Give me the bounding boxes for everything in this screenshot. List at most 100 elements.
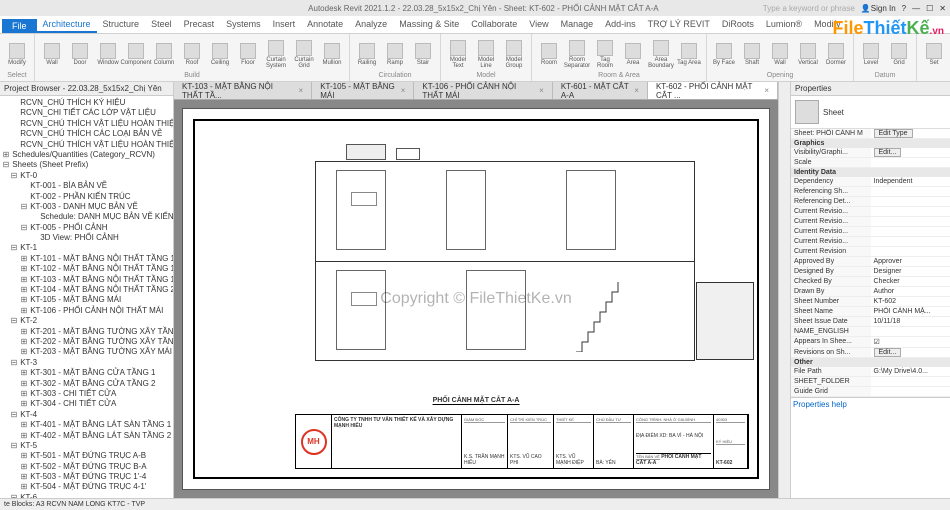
vertical-scrollbar[interactable] — [778, 82, 790, 498]
property-row[interactable]: Scale — [791, 158, 950, 168]
ribbon-tab-analyze[interactable]: Analyze — [349, 17, 393, 33]
wall-button[interactable]: Wall — [39, 36, 65, 72]
tag-room-button[interactable]: Tag Room — [592, 36, 618, 72]
property-row[interactable]: Referencing Sh... — [791, 187, 950, 197]
file-tab[interactable]: File — [2, 19, 37, 33]
doc-tab[interactable]: KT-105 - MẶT BẰNG MÁI× — [312, 82, 414, 99]
close-icon[interactable]: × — [539, 86, 544, 95]
door-button[interactable]: Door — [67, 36, 93, 72]
property-row[interactable]: Guide Grid — [791, 387, 950, 397]
railing-button[interactable]: Railing — [354, 36, 380, 72]
tree-item[interactable]: ⊞ KT-504 - MẶT ĐỨNG TRỤC 4-1' — [2, 482, 171, 492]
ribbon-tab-lumion-[interactable]: Lumion® — [760, 17, 808, 33]
doc-tab[interactable]: KT-602 - PHỐI CẢNH MẶT CẮT ...× — [648, 82, 778, 99]
search-hint[interactable]: Type a keyword or phrase — [763, 4, 855, 13]
tree-item[interactable]: ⊟ KT-1 — [2, 243, 171, 253]
maximize-icon[interactable]: ☐ — [926, 4, 933, 13]
tree-item[interactable]: ⊟ Sheets (Sheet Prefix) — [2, 160, 171, 170]
ribbon-tab-architecture[interactable]: Architecture — [37, 17, 97, 33]
ribbon-tab-view[interactable]: View — [523, 17, 554, 33]
dormer-button[interactable]: Dormer — [823, 36, 849, 72]
tree-item[interactable]: ⊞ KT-402 - MẶT BẰNG LÁT SÀN TẦNG 2 — [2, 431, 171, 441]
property-row[interactable]: Approved ByApprover — [791, 257, 950, 267]
tree-item[interactable]: RCVN_CHÚ THÍCH CÁC LOẠI BẢN VẼ — [2, 129, 171, 139]
tree-item[interactable]: ⊞ KT-102 - MẶT BẰNG NỘI THẤT TẦNG 1 — [2, 264, 171, 274]
minimize-icon[interactable]: — — [912, 4, 920, 13]
tree-item[interactable]: KT-001 - BÌA BẢN VẼ — [2, 181, 171, 191]
ribbon-tab-massing-site[interactable]: Massing & Site — [393, 17, 465, 33]
property-row[interactable]: Current Revisio... — [791, 207, 950, 217]
close-icon[interactable]: × — [634, 86, 639, 95]
property-row[interactable]: Appears In Shee...☑ — [791, 337, 950, 348]
ribbon-tab-systems[interactable]: Systems — [220, 17, 267, 33]
property-row[interactable]: NAME_ENGLISH — [791, 327, 950, 337]
ramp-button[interactable]: Ramp — [382, 36, 408, 72]
property-row[interactable]: SHEET_FOLDER — [791, 377, 950, 387]
ribbon-tab-steel[interactable]: Steel — [145, 17, 178, 33]
tree-item[interactable]: ⊞ KT-104 - MẶT BẰNG NỘI THẤT TẦNG 2 — [2, 285, 171, 295]
area-boundary-button[interactable]: Area Boundary — [648, 36, 674, 72]
close-icon[interactable]: × — [299, 86, 304, 95]
ribbon-tab-diroots[interactable]: DiRoots — [716, 17, 760, 33]
curtain-grid-button[interactable]: Curtain Grid — [291, 36, 317, 72]
tree-item[interactable]: RCVN_CHÚ THÍCH VẬT LIỆU HOÀN THIỆN — [2, 119, 171, 129]
tree-item[interactable]: RCVN_CHÚ THÍCH VẬT LIỆU HOÀN THIỆN 2 — [2, 140, 171, 150]
by-face-button[interactable]: By Face — [711, 36, 737, 72]
tree-item[interactable]: ⊟ KT-2 — [2, 316, 171, 326]
tree-item[interactable]: ⊞ KT-105 - MẶT BẰNG MÁI — [2, 295, 171, 305]
window-button[interactable]: Window — [95, 36, 121, 72]
tree-item[interactable]: 3D View: PHỐI CẢNH — [2, 233, 171, 243]
tree-item[interactable]: ⊞ KT-203 - MẶT BẰNG TƯỜNG XÂY MÁI — [2, 347, 171, 357]
tree-item[interactable]: ⊞ KT-503 - MẶT ĐỨNG TRỤC 1'-4 — [2, 472, 171, 482]
tree-item[interactable]: ⊞ KT-301 - MẶT BẰNG CỬA TẦNG 1 — [2, 368, 171, 378]
property-row[interactable]: Revisions on Sh...Edit... — [791, 348, 950, 358]
floor-button[interactable]: Floor — [235, 36, 261, 72]
close-icon[interactable]: × — [764, 86, 769, 95]
property-row[interactable]: Referencing Det... — [791, 197, 950, 207]
tree-item[interactable]: ⊟ KT-5 — [2, 441, 171, 451]
property-row[interactable]: Current Revisio... — [791, 237, 950, 247]
tree-item[interactable]: ⊞ KT-201 - MẶT BẰNG TƯỜNG XÂY TẦNG 1 — [2, 327, 171, 337]
properties-help-link[interactable]: Properties help — [791, 397, 950, 411]
ribbon-tab-manage[interactable]: Manage — [555, 17, 600, 33]
wall-button[interactable]: Wall — [767, 36, 793, 72]
property-row[interactable]: Current Revisio... — [791, 217, 950, 227]
tree-item[interactable]: ⊞ Schedules/Quantities (Category_RCVN) — [2, 150, 171, 160]
tree-item[interactable]: ⊞ KT-101 - MẶT BẰNG NỘI THẤT TẦNG 1 — [2, 254, 171, 264]
room-button[interactable]: Room — [536, 36, 562, 72]
tree-item[interactable]: Schedule: DANH MỤC BẢN VẼ KIẾN TRÚC — [2, 212, 171, 222]
property-row[interactable]: Sheet NumberKT-602 — [791, 297, 950, 307]
doc-tab[interactable]: KT-103 - MẶT BẰNG NỘI THẤT TẦ...× — [174, 82, 312, 99]
project-browser-tree[interactable]: RCVN_CHÚ THÍCH KÝ HIỆU RCVN_CHI TIẾT CÁC… — [0, 96, 173, 498]
tag-area-button[interactable]: Tag Area — [676, 36, 702, 72]
set-button[interactable]: Set — [921, 36, 947, 72]
property-row[interactable]: Visibility/Graphi...Edit... — [791, 148, 950, 158]
curtain-system-button[interactable]: Curtain System — [263, 36, 289, 72]
property-row[interactable]: Current Revision — [791, 247, 950, 257]
column-button[interactable]: Column — [151, 36, 177, 72]
tree-item[interactable]: ⊟ KT-4 — [2, 410, 171, 420]
ribbon-tab-structure[interactable]: Structure — [97, 17, 146, 33]
help-icon[interactable]: ? — [902, 4, 906, 13]
property-row[interactable]: Sheet NamePHỐI CẢNH MẶ... — [791, 307, 950, 317]
ceiling-button[interactable]: Ceiling — [207, 36, 233, 72]
room-separator-button[interactable]: Room Separator — [564, 36, 590, 72]
property-row[interactable]: Current Revisio... — [791, 227, 950, 237]
ribbon-tab-collaborate[interactable]: Collaborate — [465, 17, 523, 33]
ribbon-tab-annotate[interactable]: Annotate — [301, 17, 349, 33]
tree-item[interactable]: ⊞ KT-401 - MẶT BẰNG LÁT SÀN TẦNG 1 — [2, 420, 171, 430]
model-text-button[interactable]: Model Text — [445, 36, 471, 72]
doc-tab[interactable]: KT-106 - PHỐI CẢNH NỘI THẤT MÁI× — [414, 82, 552, 99]
modify-button[interactable]: Modify — [4, 36, 30, 72]
roof-button[interactable]: Roof — [179, 36, 205, 72]
doc-tab[interactable]: KT-601 - MẶT CẮT A-A× — [553, 82, 648, 99]
property-row[interactable]: Sheet Issue Date10/11/18 — [791, 317, 950, 327]
area-button[interactable]: Area — [620, 36, 646, 72]
ribbon-tab-tr-l-revit[interactable]: TRỢ LÝ REVIT — [642, 17, 716, 33]
tree-item[interactable]: RCVN_CHÚ THÍCH KÝ HIỆU — [2, 98, 171, 108]
tree-item[interactable]: ⊟ KT-3 — [2, 358, 171, 368]
tree-item[interactable]: ⊟ KT-6 — [2, 493, 171, 498]
property-row[interactable]: DependencyIndependent — [791, 177, 950, 187]
level-button[interactable]: Level — [858, 36, 884, 72]
tree-item[interactable]: ⊞ KT-202 - MẶT BẰNG TƯỜNG XÂY TẦNG 2 — [2, 337, 171, 347]
